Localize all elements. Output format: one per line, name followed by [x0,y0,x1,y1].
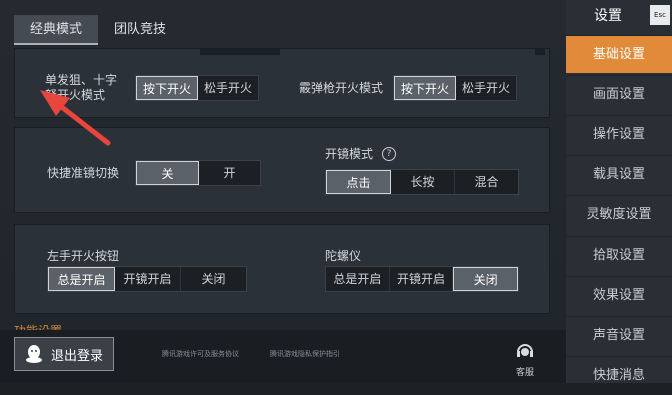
settings-title: 设置 [594,8,622,24]
settings-sidebar: 设置 Esc 基础设置 画面设置 操作设置 载具设置 灵敏度设置 拾取设置 效果… [566,0,672,383]
customer-service-label: 客服 [515,368,534,378]
sidebar-item-effects[interactable]: 效果设置 [566,276,672,314]
settings-main: 经典模式 团队竞技 单发狙、十字 弩开火模式 按下开火 松手开火 霰弹枪开火模式… [0,0,566,383]
privacy-policy-link[interactable]: 腾讯游戏隐私保护指引 [270,349,340,359]
headset-icon [517,344,533,357]
esc-close-button[interactable]: Esc [650,5,670,25]
sidebar-item-graphics[interactable]: 画面设置 [566,75,672,113]
sidebar-item-sensitivity[interactable]: 灵敏度设置 [566,195,672,233]
service-agreement-link[interactable]: 腾讯游戏许可及服务协议 [162,349,239,359]
logout-label: 退出登录 [51,348,104,364]
sidebar-item-vehicle[interactable]: 载具设置 [566,155,672,193]
annotation-arrow-icon [40,90,111,146]
sidebar-item-pickup[interactable]: 拾取设置 [566,236,672,274]
sidebar-item-audio[interactable]: 声音设置 [566,316,672,354]
sidebar-item-quick-chat[interactable]: 快捷消息 [566,356,672,394]
customer-service-button[interactable]: 客服 [510,342,540,378]
qq-icon [26,345,42,363]
logout-button[interactable]: 退出登录 [14,337,114,371]
sidebar-item-controls[interactable]: 操作设置 [566,115,672,153]
sidebar-item-basic[interactable]: 基础设置 [566,35,672,73]
